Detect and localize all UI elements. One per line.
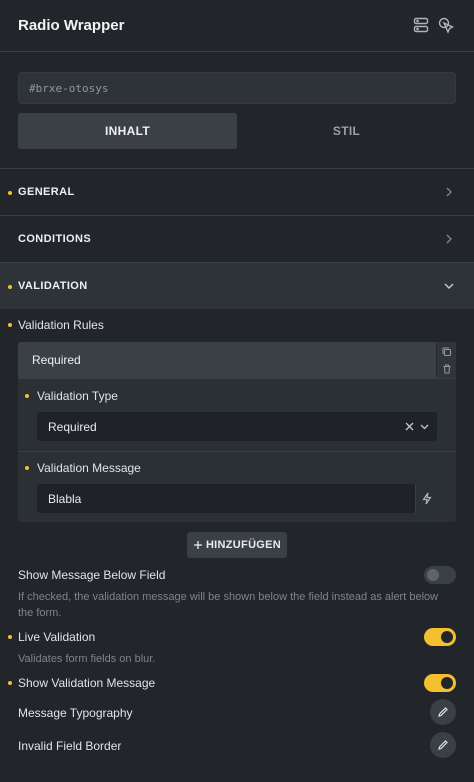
validation-type-select[interactable]: Required	[37, 412, 437, 441]
pencil-icon	[438, 740, 448, 750]
clear-icon[interactable]	[404, 421, 415, 432]
tab-style[interactable]: STIL	[237, 113, 456, 149]
validation-rule-item: Required Validation Type Required Valida…	[18, 342, 456, 522]
element-id-input[interactable]: #brxe-otosys	[18, 72, 456, 104]
changed-indicator	[8, 635, 12, 639]
live-validation-help: Validates form fields on blur.	[18, 653, 156, 665]
live-validation-toggle[interactable]	[424, 628, 456, 646]
add-rule-button[interactable]: HINZUFÜGEN	[187, 532, 287, 558]
edit-border-button[interactable]	[430, 732, 456, 758]
toggle-knob	[441, 631, 453, 643]
dynamic-data-button[interactable]	[415, 484, 437, 513]
section-conditions[interactable]: CONDITIONS	[0, 215, 474, 262]
changed-indicator	[8, 681, 12, 685]
chevron-down-icon	[444, 283, 454, 289]
invalid-border-label: Invalid Field Border	[18, 739, 122, 753]
divider	[18, 451, 456, 452]
show-below-label: Show Message Below Field	[18, 568, 166, 582]
live-validation-label: Live Validation	[18, 630, 96, 644]
divider	[18, 378, 456, 379]
rule-title: Required	[32, 353, 81, 367]
chevron-right-icon	[446, 234, 452, 244]
bolt-icon	[422, 492, 432, 505]
section-validation[interactable]: VALIDATION	[0, 262, 474, 309]
message-typography-label: Message Typography	[18, 706, 133, 720]
validation-rules-label: Validation Rules	[18, 318, 104, 332]
section-validation-label: VALIDATION	[18, 280, 88, 292]
validation-type-value: Required	[48, 420, 97, 434]
trash-icon[interactable]	[440, 362, 454, 376]
toggle-knob	[441, 677, 453, 689]
structure-icon[interactable]	[412, 16, 430, 34]
rule-header[interactable]: Required	[18, 342, 436, 378]
rule-actions	[436, 342, 456, 378]
element-pick-icon[interactable]	[436, 16, 454, 34]
changed-indicator	[25, 466, 29, 470]
validation-message-input[interactable]: Blabla	[37, 484, 437, 513]
section-general[interactable]: GENERAL	[0, 168, 474, 215]
show-below-toggle[interactable]	[424, 566, 456, 584]
plus-icon	[193, 541, 202, 549]
edit-typography-button[interactable]	[430, 699, 456, 725]
show-message-toggle[interactable]	[424, 674, 456, 692]
validation-message-value: Blabla	[48, 492, 82, 506]
show-below-help: If checked, the validation message will …	[18, 591, 439, 619]
changed-indicator	[8, 285, 12, 289]
changed-indicator	[8, 323, 12, 327]
panel-title: Radio Wrapper	[18, 17, 125, 34]
pencil-icon	[438, 707, 448, 717]
validation-type-label: Validation Type	[37, 389, 118, 403]
tab-content[interactable]: INHALT	[18, 113, 237, 149]
validation-message-label: Validation Message	[37, 461, 141, 475]
chevron-right-icon	[446, 187, 452, 197]
section-general-label: GENERAL	[18, 186, 75, 198]
changed-indicator	[8, 191, 12, 195]
panel-header: Radio Wrapper	[0, 0, 474, 52]
duplicate-icon[interactable]	[440, 345, 454, 359]
toggle-knob	[427, 569, 439, 581]
add-rule-label: HINZUFÜGEN	[205, 539, 282, 551]
section-conditions-label: CONDITIONS	[18, 233, 92, 245]
chevron-down-icon	[420, 424, 429, 430]
changed-indicator	[25, 394, 29, 398]
show-message-label: Show Validation Message	[18, 676, 156, 690]
